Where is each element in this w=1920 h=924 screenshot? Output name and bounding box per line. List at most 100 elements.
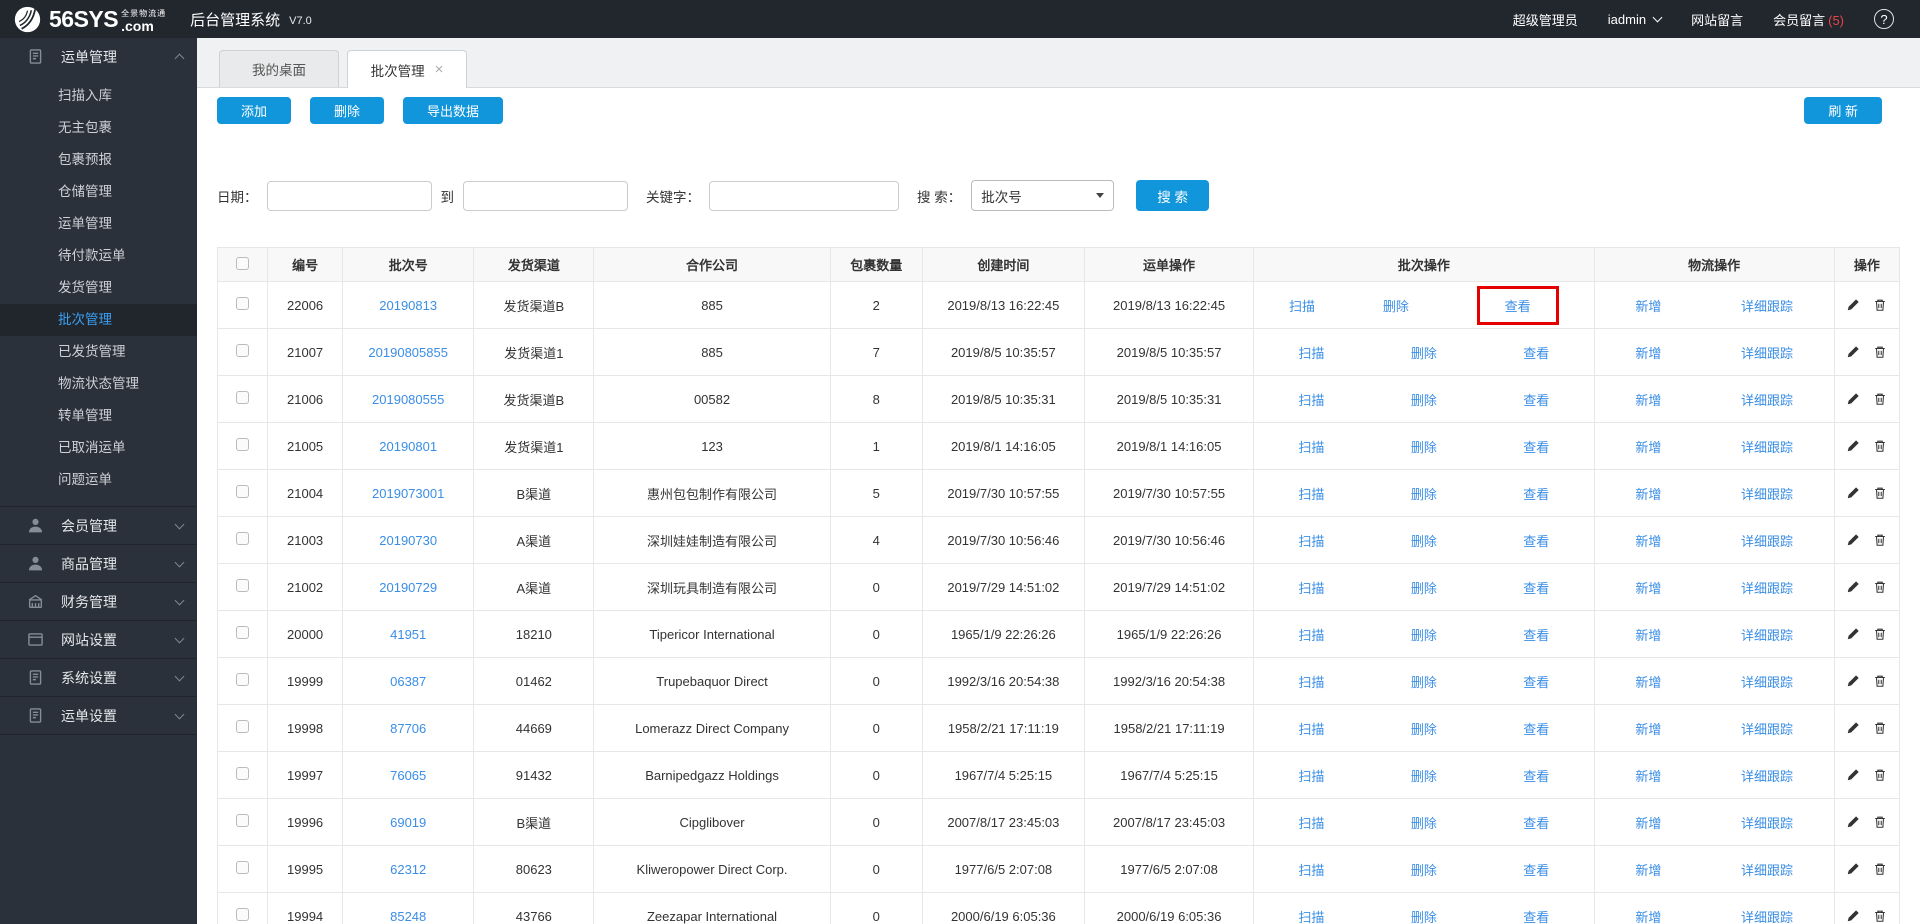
trash-icon[interactable] bbox=[1873, 862, 1887, 876]
trash-icon[interactable] bbox=[1873, 392, 1887, 406]
row-checkbox[interactable] bbox=[236, 861, 249, 874]
add-tracking-link[interactable]: 新增 bbox=[1635, 719, 1661, 738]
scan-link[interactable]: 扫描 bbox=[1298, 390, 1324, 409]
sidebar-group-header-2[interactable]: 商品管理 bbox=[0, 545, 197, 582]
trash-icon[interactable] bbox=[1873, 721, 1887, 735]
view-link[interactable]: 查看 bbox=[1523, 437, 1549, 456]
sidebar-item-0-2[interactable]: 包裹预报 bbox=[0, 144, 197, 176]
help-icon[interactable]: ? bbox=[1874, 9, 1894, 29]
add-tracking-link[interactable]: 新增 bbox=[1635, 766, 1661, 785]
search-button[interactable]: 搜 索 bbox=[1136, 180, 1209, 211]
tab-my-desktop[interactable]: 我的桌面 bbox=[219, 50, 339, 87]
delete-link[interactable]: 删除 bbox=[1411, 719, 1437, 738]
delete-link[interactable]: 删除 bbox=[1411, 766, 1437, 785]
delete-link[interactable]: 删除 bbox=[1411, 437, 1437, 456]
scan-link[interactable]: 扫描 bbox=[1298, 672, 1324, 691]
trash-icon[interactable] bbox=[1873, 580, 1887, 594]
scan-link[interactable]: 扫描 bbox=[1298, 719, 1324, 738]
export-data-button[interactable]: 导出数据 bbox=[403, 97, 503, 124]
site-messages-link[interactable]: 网站留言 bbox=[1691, 10, 1743, 29]
detail-tracking-link[interactable]: 详细跟踪 bbox=[1741, 860, 1793, 879]
row-checkbox[interactable] bbox=[236, 344, 249, 357]
add-tracking-link[interactable]: 新增 bbox=[1635, 484, 1661, 503]
view-link[interactable]: 查看 bbox=[1523, 578, 1549, 597]
batch-no-link[interactable]: 20190805855 bbox=[368, 345, 448, 360]
select-all-checkbox[interactable] bbox=[236, 257, 249, 270]
edit-icon[interactable] bbox=[1846, 345, 1860, 359]
add-tracking-link[interactable]: 新增 bbox=[1635, 390, 1661, 409]
row-checkbox[interactable] bbox=[236, 485, 249, 498]
row-checkbox[interactable] bbox=[236, 391, 249, 404]
scan-link[interactable]: 扫描 bbox=[1298, 625, 1324, 644]
scan-link[interactable]: 扫描 bbox=[1298, 484, 1324, 503]
edit-icon[interactable] bbox=[1846, 627, 1860, 641]
sidebar-group-header-0[interactable]: 运单管理 bbox=[0, 38, 197, 75]
add-tracking-link[interactable]: 新增 bbox=[1635, 813, 1661, 832]
detail-tracking-link[interactable]: 详细跟踪 bbox=[1741, 296, 1793, 315]
row-checkbox[interactable] bbox=[236, 767, 249, 780]
sidebar-item-0-8[interactable]: 已发货管理 bbox=[0, 336, 197, 368]
scan-link[interactable]: 扫描 bbox=[1289, 296, 1315, 315]
batch-no-link[interactable]: 20190813 bbox=[379, 298, 437, 313]
batch-no-link[interactable]: 20190801 bbox=[379, 439, 437, 454]
add-tracking-link[interactable]: 新增 bbox=[1635, 296, 1661, 315]
row-checkbox[interactable] bbox=[236, 532, 249, 545]
trash-icon[interactable] bbox=[1873, 909, 1887, 923]
add-tracking-link[interactable]: 新增 bbox=[1635, 860, 1661, 879]
row-checkbox[interactable] bbox=[236, 673, 249, 686]
view-link[interactable]: 查看 bbox=[1523, 907, 1549, 924]
sidebar-item-0-3[interactable]: 仓储管理 bbox=[0, 176, 197, 208]
trash-icon[interactable] bbox=[1873, 768, 1887, 782]
sidebar-group-header-3[interactable]: 财务管理 bbox=[0, 583, 197, 620]
scan-link[interactable]: 扫描 bbox=[1298, 860, 1324, 879]
sidebar-item-0-5[interactable]: 待付款运单 bbox=[0, 240, 197, 272]
detail-tracking-link[interactable]: 详细跟踪 bbox=[1741, 625, 1793, 644]
sidebar-group-header-5[interactable]: 系统设置 bbox=[0, 659, 197, 696]
scan-link[interactable]: 扫描 bbox=[1298, 437, 1324, 456]
sidebar-item-0-12[interactable]: 问题运单 bbox=[0, 464, 197, 496]
edit-icon[interactable] bbox=[1846, 439, 1860, 453]
sidebar-item-0-1[interactable]: 无主包裹 bbox=[0, 112, 197, 144]
sidebar-item-0-7[interactable]: 批次管理 bbox=[0, 304, 197, 336]
delete-link[interactable]: 删除 bbox=[1411, 484, 1437, 503]
edit-icon[interactable] bbox=[1846, 674, 1860, 688]
view-link[interactable]: 查看 bbox=[1523, 343, 1549, 362]
edit-icon[interactable] bbox=[1846, 909, 1860, 923]
edit-icon[interactable] bbox=[1846, 580, 1860, 594]
view-link[interactable]: 查看 bbox=[1523, 390, 1549, 409]
trash-icon[interactable] bbox=[1873, 627, 1887, 641]
batch-no-link[interactable]: 76065 bbox=[390, 768, 426, 783]
batch-no-link[interactable]: 62312 bbox=[390, 862, 426, 877]
detail-tracking-link[interactable]: 详细跟踪 bbox=[1741, 907, 1793, 924]
edit-icon[interactable] bbox=[1846, 815, 1860, 829]
row-checkbox[interactable] bbox=[236, 908, 249, 921]
delete-link[interactable]: 删除 bbox=[1411, 672, 1437, 691]
member-messages-link[interactable]: 会员留言(5) bbox=[1773, 10, 1844, 29]
view-link[interactable]: 查看 bbox=[1523, 672, 1549, 691]
tab-close-icon[interactable]: × bbox=[435, 62, 444, 77]
sidebar-item-0-11[interactable]: 已取消运单 bbox=[0, 432, 197, 464]
sidebar-group-header-6[interactable]: 运单设置 bbox=[0, 697, 197, 734]
batch-no-link[interactable]: 20190729 bbox=[379, 580, 437, 595]
delete-link[interactable]: 删除 bbox=[1411, 390, 1437, 409]
sidebar-item-0-4[interactable]: 运单管理 bbox=[0, 208, 197, 240]
batch-no-link[interactable]: 2019073001 bbox=[372, 486, 444, 501]
detail-tracking-link[interactable]: 详细跟踪 bbox=[1741, 719, 1793, 738]
detail-tracking-link[interactable]: 详细跟踪 bbox=[1741, 343, 1793, 362]
view-link[interactable]: 查看 bbox=[1523, 719, 1549, 738]
detail-tracking-link[interactable]: 详细跟踪 bbox=[1741, 484, 1793, 503]
detail-tracking-link[interactable]: 详细跟踪 bbox=[1741, 437, 1793, 456]
delete-link[interactable]: 删除 bbox=[1411, 343, 1437, 362]
refresh-button[interactable]: 刷 新 bbox=[1804, 97, 1882, 124]
search-type-select[interactable]: 批次号 bbox=[971, 180, 1114, 211]
delete-link[interactable]: 删除 bbox=[1411, 907, 1437, 924]
sidebar-item-0-10[interactable]: 转单管理 bbox=[0, 400, 197, 432]
edit-icon[interactable] bbox=[1846, 721, 1860, 735]
batch-no-link[interactable]: 41951 bbox=[390, 627, 426, 642]
scan-link[interactable]: 扫描 bbox=[1298, 813, 1324, 832]
detail-tracking-link[interactable]: 详细跟踪 bbox=[1741, 672, 1793, 691]
delete-link[interactable]: 删除 bbox=[1411, 625, 1437, 644]
add-tracking-link[interactable]: 新增 bbox=[1635, 907, 1661, 924]
detail-tracking-link[interactable]: 详细跟踪 bbox=[1741, 578, 1793, 597]
trash-icon[interactable] bbox=[1873, 439, 1887, 453]
